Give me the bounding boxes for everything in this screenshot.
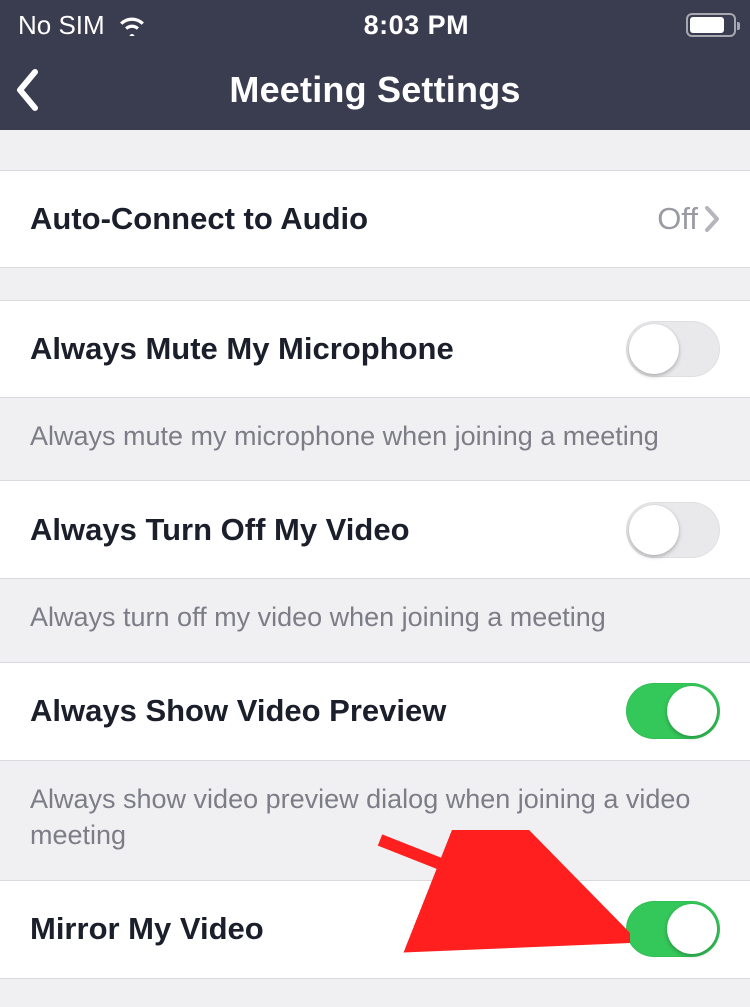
battery-icon	[686, 13, 736, 37]
page-title: Meeting Settings	[229, 69, 520, 111]
status-right	[686, 13, 736, 37]
back-button[interactable]	[14, 68, 42, 112]
status-left: No SIM	[18, 10, 147, 41]
nav-header: Meeting Settings	[0, 50, 750, 130]
auto-connect-audio-label: Auto-Connect to Audio	[30, 201, 368, 237]
mirror-my-video-label: Mirror My Video	[30, 911, 264, 947]
always-mute-mic-desc: Always mute my microphone when joining a…	[0, 398, 750, 481]
always-show-preview-toggle[interactable]	[626, 683, 720, 739]
always-mute-mic-label: Always Mute My Microphone	[30, 331, 454, 367]
wifi-icon	[117, 14, 147, 36]
always-mute-mic-toggle[interactable]	[626, 321, 720, 377]
auto-connect-audio-row[interactable]: Auto-Connect to Audio Off	[0, 170, 750, 268]
status-time: 8:03 PM	[364, 10, 470, 41]
mirror-my-video-toggle[interactable]	[626, 901, 720, 957]
section-spacer	[0, 268, 750, 300]
auto-connect-audio-value: Off	[657, 201, 698, 237]
always-show-preview-label: Always Show Video Preview	[30, 693, 446, 729]
always-show-preview-desc: Always show video preview dialog when jo…	[0, 761, 750, 881]
carrier-text: No SIM	[18, 10, 105, 41]
always-turn-off-video-toggle[interactable]	[626, 502, 720, 558]
always-turn-off-video-desc: Always turn off my video when joining a …	[0, 579, 750, 662]
always-turn-off-video-row[interactable]: Always Turn Off My Video	[0, 481, 750, 579]
status-bar: No SIM 8:03 PM	[0, 0, 750, 50]
always-mute-mic-row[interactable]: Always Mute My Microphone	[0, 300, 750, 398]
mirror-my-video-row[interactable]: Mirror My Video	[0, 881, 750, 979]
chevron-right-icon	[704, 205, 720, 233]
row-right: Off	[657, 201, 720, 237]
always-turn-off-video-label: Always Turn Off My Video	[30, 512, 410, 548]
section-spacer	[0, 130, 750, 170]
always-show-preview-row[interactable]: Always Show Video Preview	[0, 663, 750, 761]
